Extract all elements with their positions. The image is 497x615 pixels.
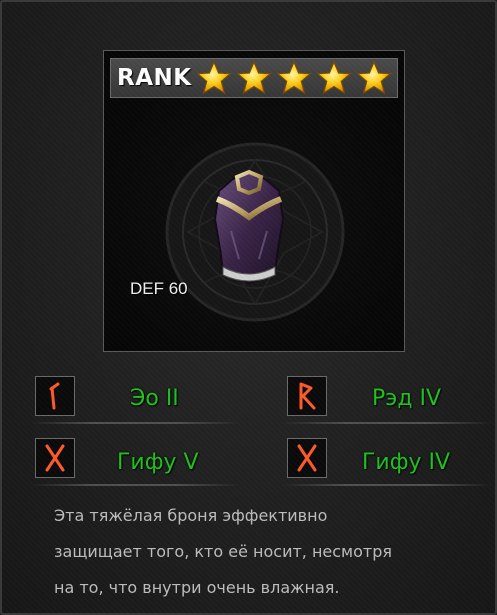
star-icon xyxy=(195,61,232,95)
item-info-panel: RANK DEF 60 Эо II Рэд IV Гифу V Гифу IV … xyxy=(0,0,497,615)
divider xyxy=(282,422,492,424)
item-preview-frame: RANK DEF 60 xyxy=(103,50,405,352)
rank-label: RANK xyxy=(117,65,192,91)
rune-name-3: Гифу V xyxy=(117,450,199,475)
defense-stat: DEF 60 xyxy=(130,279,188,298)
item-description: Эта тяжёлая броня эффективно защищает то… xyxy=(54,498,474,606)
rank-bar: RANK xyxy=(110,58,398,98)
rune-slot-4[interactable] xyxy=(287,436,327,480)
rank-stars xyxy=(195,61,396,95)
star-icon xyxy=(355,61,392,95)
rune-slot-2[interactable] xyxy=(287,374,327,418)
divider xyxy=(30,484,240,486)
divider xyxy=(30,422,240,424)
gifu-rune-icon xyxy=(35,438,75,478)
rune-slot-1[interactable] xyxy=(35,374,75,418)
eo-rune-icon xyxy=(35,376,75,416)
rune-name-1: Эо II xyxy=(130,386,179,411)
rune-name-2: Рэд IV xyxy=(372,386,442,411)
rune-slot-3[interactable] xyxy=(35,436,75,480)
description-line: защищает того, кто её носит, несмотря xyxy=(54,542,393,561)
description-line: на то, что внутри очень влажная. xyxy=(54,578,340,597)
red-rune-icon xyxy=(287,376,327,416)
divider xyxy=(282,484,492,486)
chest-armor-icon xyxy=(213,169,285,285)
star-icon xyxy=(315,61,352,95)
star-icon xyxy=(235,61,272,95)
star-icon xyxy=(275,61,312,95)
rune-name-4: Гифу IV xyxy=(362,450,451,475)
gifu-rune-icon xyxy=(287,438,327,478)
description-line: Эта тяжёлая броня эффективно xyxy=(54,506,328,525)
